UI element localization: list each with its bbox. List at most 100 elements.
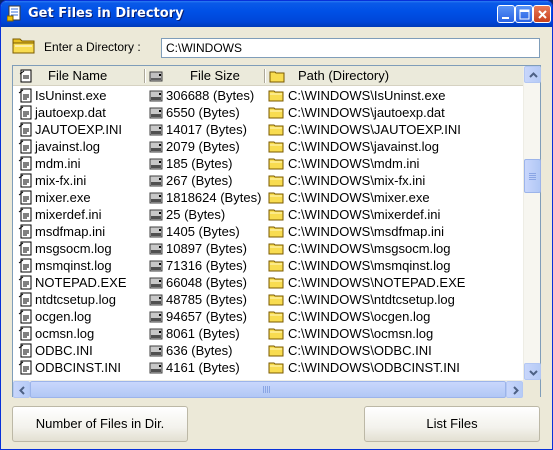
scroll-up-button[interactable] (524, 66, 541, 83)
file-path: C:\WINDOWS\ODBC.INI (288, 343, 432, 358)
file-name-cell[interactable]: mix-fx.ini (13, 172, 145, 189)
scroll-down-button[interactable] (524, 363, 541, 380)
table-row[interactable]: JAUTOEXP.INI 14017 (Bytes) C:\WINDOWS\JAUT… (13, 121, 523, 138)
file-count-button[interactable]: Number of Files in Dir. (12, 406, 188, 442)
table-row[interactable]: mdm.ini 185 (Bytes) C:\WINDOWS\mdm.ini (13, 155, 523, 172)
file-path: C:\WINDOWS\javainst.log (288, 139, 439, 154)
file-name-cell[interactable]: JAUTOEXP.INI (13, 121, 145, 138)
file-icon (18, 139, 32, 154)
file-size-cell[interactable]: 1405 (Bytes) (145, 223, 265, 240)
table-row[interactable]: msgsocm.log 10897 (Bytes) C:\WINDOWS\msgso… (13, 240, 523, 257)
file-size-cell[interactable]: 306688 (Bytes) (145, 87, 265, 104)
table-row[interactable]: ocmsn.log 8061 (Bytes) C:\WINDOWS\ocmsn.lo… (13, 325, 523, 342)
table-row[interactable]: msdfmap.ini 1405 (Bytes) C:\WINDOWS\msdfma… (13, 223, 523, 240)
file-name: mixer.exe (35, 190, 91, 205)
table-row[interactable]: javainst.log 2079 (Bytes) C:\WINDOWS\javai… (13, 138, 523, 155)
scroll-right-button[interactable] (506, 381, 523, 398)
file-path-cell[interactable]: C:\WINDOWS\mix-fx.ini (265, 172, 523, 189)
file-name-cell[interactable]: ODBCINST.INI (13, 359, 145, 376)
file-name-cell[interactable]: msdfmap.ini (13, 223, 145, 240)
file-size-cell[interactable]: 636 (Bytes) (145, 342, 265, 359)
file-size-cell[interactable]: 8061 (Bytes) (145, 325, 265, 342)
file-name-cell[interactable]: msmqinst.log (13, 257, 145, 274)
directory-input[interactable] (161, 38, 540, 58)
file-size-cell[interactable]: 1818624 (Bytes) (145, 189, 265, 206)
file-name-cell[interactable]: mixer.exe (13, 189, 145, 206)
file-name: ODBCINST.INI (35, 360, 121, 375)
file-size-cell[interactable]: 66048 (Bytes) (145, 274, 265, 291)
file-size-cell[interactable]: 6550 (Bytes) (145, 104, 265, 121)
file-path-cell[interactable]: C:\WINDOWS\ocmsn.log (265, 325, 523, 342)
close-button[interactable] (533, 5, 551, 23)
file-name-cell[interactable]: ocgen.log (13, 308, 145, 325)
file-path-cell[interactable]: C:\WINDOWS\ODBCINST.INI (265, 359, 523, 376)
file-name-cell[interactable]: ODBC.INI (13, 342, 145, 359)
file-size-cell[interactable]: 48785 (Bytes) (145, 291, 265, 308)
file-size-cell[interactable]: 71316 (Bytes) (145, 257, 265, 274)
table-row[interactable]: jautoexp.dat 6550 (Bytes) C:\WINDOWS\jauto… (13, 104, 523, 121)
file-name-cell[interactable]: NOTEPAD.EXE (13, 274, 145, 291)
table-row[interactable]: NOTEPAD.EXE 66048 (Bytes) C:\WINDOWS\NOTEP… (13, 274, 523, 291)
file-list[interactable]: File Name File Size Path (Directory) IsU… (12, 65, 541, 398)
table-row[interactable]: mixer.exe 1818624 (Bytes) C:\WINDOWS\mixer… (13, 189, 523, 206)
horizontal-scroll-thumb[interactable] (30, 381, 506, 398)
file-path-cell[interactable]: C:\WINDOWS\IsUninst.exe (265, 87, 523, 104)
table-row[interactable]: ODBC.INI 636 (Bytes) C:\WINDOWS\ODBC.INI (13, 342, 523, 359)
vertical-scroll-thumb[interactable] (524, 159, 541, 193)
file-path-cell[interactable]: C:\WINDOWS\ntdtcsetup.log (265, 291, 523, 308)
table-row[interactable]: IsUninst.exe 306688 (Bytes) C:\WINDOWS\IsU… (13, 87, 523, 104)
file-path-cell[interactable]: C:\WINDOWS\msgsocm.log (265, 240, 523, 257)
file-path-cell[interactable]: C:\WINDOWS\msdfmap.ini (265, 223, 523, 240)
file-size-cell[interactable]: 10897 (Bytes) (145, 240, 265, 257)
file-size-cell[interactable]: 267 (Bytes) (145, 172, 265, 189)
file-name-cell[interactable]: javainst.log (13, 138, 145, 155)
column-header-file-size[interactable]: File Size (145, 66, 265, 86)
file-path-cell[interactable]: C:\WINDOWS\mixerdef.ini (265, 206, 523, 223)
list-files-button[interactable]: List Files (364, 406, 540, 442)
file-size-cell[interactable]: 185 (Bytes) (145, 155, 265, 172)
drive-icon (149, 175, 163, 187)
file-size-cell[interactable]: 4161 (Bytes) (145, 359, 265, 376)
file-name-cell[interactable]: jautoexp.dat (13, 104, 145, 121)
file-path-cell[interactable]: C:\WINDOWS\mixer.exe (265, 189, 523, 206)
vertical-scrollbar[interactable] (523, 66, 541, 380)
file-icon (18, 190, 32, 205)
file-name-cell[interactable]: msgsocm.log (13, 240, 145, 257)
file-path-cell[interactable]: C:\WINDOWS\javainst.log (265, 138, 523, 155)
column-header-path[interactable]: Path (Directory) (265, 66, 523, 86)
column-header-file-name[interactable]: File Name (13, 66, 145, 86)
file-path-cell[interactable]: C:\WINDOWS\ODBC.INI (265, 342, 523, 359)
file-path-cell[interactable]: C:\WINDOWS\jautoexp.dat (265, 104, 523, 121)
horizontal-scrollbar[interactable] (13, 380, 523, 398)
file-name-cell[interactable]: mixerdef.ini (13, 206, 145, 223)
table-row[interactable]: msmqinst.log 71316 (Bytes) C:\WINDOWS\msmq… (13, 257, 523, 274)
file-path-cell[interactable]: C:\WINDOWS\ocgen.log (265, 308, 523, 325)
file-name-cell[interactable]: IsUninst.exe (13, 87, 145, 104)
file-icon (18, 173, 32, 188)
table-row[interactable]: ODBCINST.INI 4161 (Bytes) C:\WINDOWS\ODBCI… (13, 359, 523, 376)
folder-icon (12, 38, 35, 54)
file-size: 48785 (Bytes) (166, 292, 247, 307)
table-row[interactable]: mix-fx.ini 267 (Bytes) C:\WINDOWS\mix-fx.i… (13, 172, 523, 189)
file-icon (18, 343, 32, 358)
scroll-left-button[interactable] (13, 381, 30, 398)
file-name-cell[interactable]: ocmsn.log (13, 325, 145, 342)
table-row[interactable]: ntdtcsetup.log 48785 (Bytes) C:\WINDOWS\nt… (13, 291, 523, 308)
folder-icon (268, 362, 284, 374)
table-row[interactable]: ocgen.log 94657 (Bytes) C:\WINDOWS\ocgen.l… (13, 308, 523, 325)
file-path-cell[interactable]: C:\WINDOWS\msmqinst.log (265, 257, 523, 274)
file-name-cell[interactable]: mdm.ini (13, 155, 145, 172)
file-name-cell[interactable]: ntdtcsetup.log (13, 291, 145, 308)
file-size-cell[interactable]: 94657 (Bytes) (145, 308, 265, 325)
file-path-cell[interactable]: C:\WINDOWS\NOTEPAD.EXE (265, 274, 523, 291)
file-path-cell[interactable]: C:\WINDOWS\JAUTOEXP.INI (265, 121, 523, 138)
file-size-cell[interactable]: 14017 (Bytes) (145, 121, 265, 138)
title-bar[interactable]: Get Files in Directory (1, 1, 552, 27)
file-size-cell[interactable]: 2079 (Bytes) (145, 138, 265, 155)
folder-icon (268, 260, 284, 272)
table-row[interactable]: mixerdef.ini 25 (Bytes) C:\WINDOWS\mixerde… (13, 206, 523, 223)
maximize-button[interactable] (515, 5, 533, 23)
file-path-cell[interactable]: C:\WINDOWS\mdm.ini (265, 155, 523, 172)
minimize-button[interactable] (497, 5, 515, 23)
file-size-cell[interactable]: 25 (Bytes) (145, 206, 265, 223)
